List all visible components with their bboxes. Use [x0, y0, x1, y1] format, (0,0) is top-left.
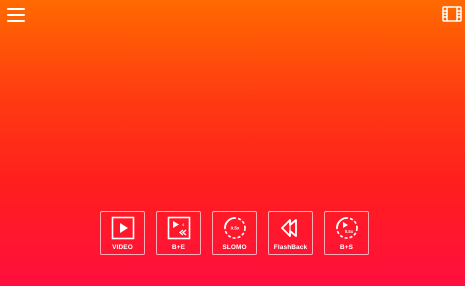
- mode-flashback-button[interactable]: FlashBack: [268, 211, 313, 255]
- mode-label: VIDEO: [112, 244, 133, 251]
- play-icon: [111, 216, 135, 240]
- mode-label: SLOMO: [222, 244, 247, 251]
- play-rewind-icon: 4: [167, 216, 191, 240]
- mode-label: B+E: [171, 244, 186, 251]
- mode-label: B+S: [339, 244, 354, 251]
- mode-video-button[interactable]: VIDEO: [100, 211, 145, 255]
- svg-text:0.5x: 0.5x: [231, 226, 240, 231]
- film-strip-icon[interactable]: [442, 6, 462, 22]
- slowmo-dial-icon: 0.5x: [224, 217, 246, 239]
- play-slowmo-icon: 0.5x: [336, 217, 358, 239]
- rewind-icon: [281, 219, 297, 237]
- mode-label: FlashBack: [273, 244, 308, 251]
- svg-text:0.5x: 0.5x: [345, 229, 354, 234]
- svg-text:4: 4: [182, 222, 185, 227]
- mode-b-e-button[interactable]: 4 B+E: [156, 211, 201, 255]
- menu-icon[interactable]: [7, 8, 25, 22]
- mode-b-s-button[interactable]: 0.5x B+S: [324, 211, 369, 255]
- mode-selector: VIDEO 4 B+E 0.5x SLOMO FlashBack 0.5x B+…: [100, 211, 369, 255]
- mode-slomo-button[interactable]: 0.5x SLOMO: [212, 211, 257, 255]
